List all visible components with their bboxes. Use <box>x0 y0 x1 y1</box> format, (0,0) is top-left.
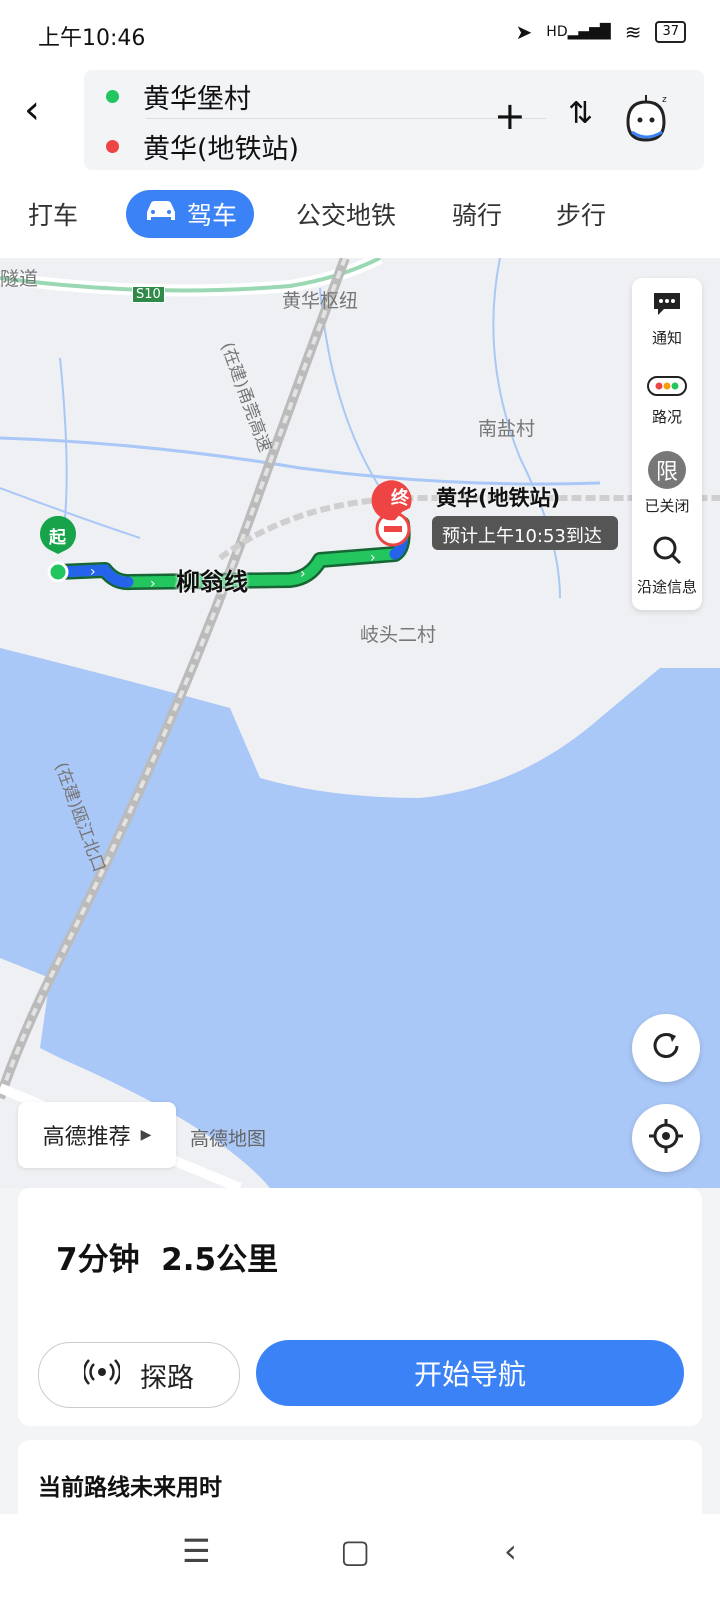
route-points-box: 黄华堡村 黄华(地铁站) + ⇅ z <box>84 70 704 170</box>
map-label-tunnel: 隧道 <box>0 268 39 290</box>
along-info-label: 沿途信息 <box>636 577 697 596</box>
map-side-panel: 通知 路况 限 已关闭 沿途信息 <box>632 278 702 610</box>
destination-row[interactable]: 黄华(地铁站) <box>106 122 299 170</box>
broadcast-icon <box>82 1357 122 1394</box>
refresh-button[interactable] <box>632 1014 700 1082</box>
tab-drive-label: 驾车 <box>186 201 237 230</box>
signal-icon: HD▂▄▆█ <box>546 24 611 40</box>
destination-dot-icon <box>106 139 119 153</box>
route-header: ‹ 黄华堡村 黄华(地铁站) + ⇅ z <box>0 60 720 178</box>
river <box>59 357 68 519</box>
along-info-button[interactable]: 沿途信息 <box>632 524 702 606</box>
end-marker-text: 终 <box>391 488 409 509</box>
traffic-label: 路况 <box>651 407 682 426</box>
tab-walk[interactable]: 步行 <box>556 196 606 232</box>
destination-label: 黄华(地铁站) <box>143 133 300 165</box>
distance: 2.5公里 <box>161 1242 279 1278</box>
tab-transit[interactable]: 公交地铁 <box>296 196 396 232</box>
wifi-icon: ≋ <box>624 20 642 44</box>
swap-icon[interactable]: ⇅ <box>568 96 593 131</box>
search-icon <box>651 534 683 570</box>
system-nav-bar: ☰ ▢ ‹ <box>0 1514 720 1600</box>
route-summary: 7分钟 2.5公里 <box>56 1234 278 1279</box>
tab-cycle[interactable]: 骑行 <box>452 196 502 232</box>
battery-icon: 37 <box>655 21 686 43</box>
message-icon <box>652 291 682 321</box>
map-label-destination: 黄华(地铁站) <box>436 486 561 510</box>
svg-text:›: › <box>300 566 306 582</box>
river <box>319 287 381 489</box>
recommend-label: 高德推荐 <box>42 1125 131 1150</box>
probe-button[interactable]: 探路 <box>38 1342 240 1408</box>
route-map[interactable]: › › › › 隧道 S10 黄华枢纽 南盐村 岐头二村 (在建)甬莞高速 (在… <box>0 258 720 1188</box>
future-time-card[interactable]: 当前路线未来用时 <box>18 1440 702 1520</box>
origin-dot-icon <box>106 89 119 103</box>
future-time-title: 当前路线未来用时 <box>38 1475 222 1501</box>
start-marker-text: 起 <box>49 528 66 548</box>
notice-label: 通知 <box>651 328 682 347</box>
route-summary-card: 7分钟 2.5公里 探路 开始导航 <box>18 1188 702 1426</box>
eta-text: 预计上午10:53到达 <box>442 526 602 547</box>
back-button[interactable]: ‹ <box>24 80 64 140</box>
traffic-button[interactable]: 路况 <box>632 360 702 442</box>
river <box>0 436 601 486</box>
tab-taxi[interactable]: 打车 <box>28 196 78 232</box>
svg-text:z: z <box>662 95 667 105</box>
map-watermark: 高德地图 <box>190 1128 267 1150</box>
map-label-s10: S10 <box>132 286 165 303</box>
restriction-button[interactable]: 限 已关闭 <box>632 442 702 524</box>
map-canvas: › › › › <box>0 258 720 1188</box>
map-label-qitou: 岐头二村 <box>360 624 437 646</box>
triangle-right-icon: ▶ <box>140 1127 152 1143</box>
map-label-route-name: 柳翁线 <box>176 568 248 596</box>
notice-button[interactable]: 通知 <box>632 278 702 360</box>
start-navigation-button[interactable]: 开始导航 <box>256 1340 684 1406</box>
origin-row[interactable]: 黄华堡村 <box>106 72 251 120</box>
back-icon[interactable]: ‹ <box>504 1532 517 1570</box>
travel-mode-tabs: 打车 驾车 公交地铁 骑行 步行 <box>0 178 720 258</box>
map-label-hub: 黄华枢纽 <box>282 290 359 312</box>
recommend-button[interactable]: 高德推荐 ▶ <box>18 1102 176 1168</box>
assistant-avatar-icon[interactable]: z <box>622 92 670 148</box>
start-point-icon <box>47 561 69 583</box>
menu-icon[interactable]: ☰ <box>182 1532 211 1570</box>
svg-text:›: › <box>150 576 156 592</box>
divider <box>146 118 546 119</box>
map-label-nanyan: 南盐村 <box>478 418 536 440</box>
duration: 7分钟 <box>56 1242 140 1278</box>
traffic-light-icon <box>647 375 687 400</box>
status-icons: ➤ HD▂▄▆█ ≋ 37 <box>516 20 686 44</box>
add-waypoint-icon[interactable]: + <box>494 94 526 138</box>
status-time: 上午10:46 <box>38 26 146 51</box>
locate-button[interactable] <box>632 1104 700 1172</box>
car-icon <box>143 198 179 230</box>
refresh-icon <box>649 1029 683 1067</box>
location-arrow-icon: ➤ <box>515 20 533 44</box>
restriction-icon: 限 <box>648 450 686 489</box>
locate-icon <box>647 1117 685 1159</box>
origin-label: 黄华堡村 <box>143 83 251 115</box>
home-icon[interactable]: ▢ <box>340 1532 370 1570</box>
tab-drive[interactable]: 驾车 <box>126 190 254 238</box>
restriction-label: 已关闭 <box>644 496 690 515</box>
svg-text:›: › <box>90 564 96 580</box>
svg-text:›: › <box>370 550 376 566</box>
probe-label: 探路 <box>140 1362 194 1394</box>
